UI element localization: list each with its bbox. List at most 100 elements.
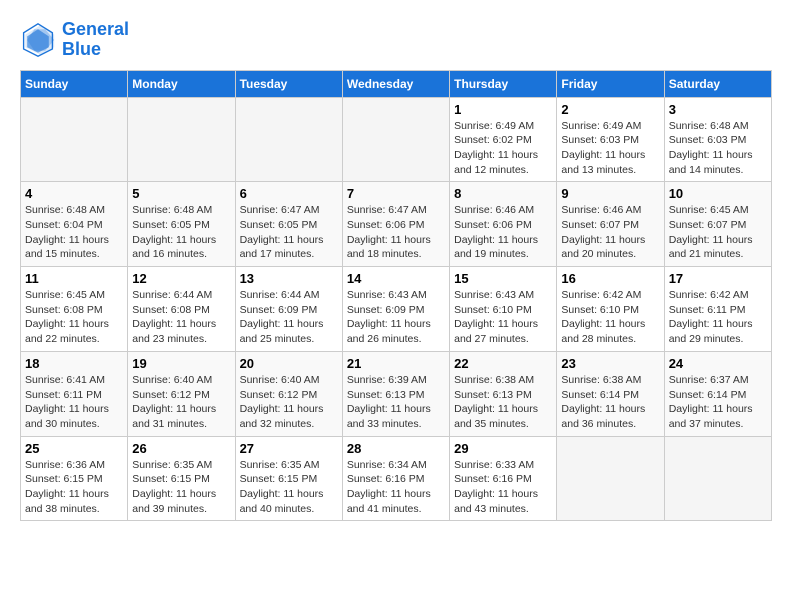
day-info: Sunrise: 6:49 AM Sunset: 6:03 PM Dayligh… — [561, 119, 659, 178]
calendar-week-2: 4Sunrise: 6:48 AM Sunset: 6:04 PM Daylig… — [21, 182, 772, 267]
calendar-cell: 13 Sunrise: 6:44 AM Sunset: 6:09 PM Dayli… — [235, 267, 342, 352]
calendar-cell: 4Sunrise: 6:48 AM Sunset: 6:04 PM Daylig… — [21, 182, 128, 267]
day-number: 3 — [669, 102, 767, 117]
calendar-table: SundayMondayTuesdayWednesdayThursdayFrid… — [20, 70, 772, 522]
calendar-cell: 26 Sunrise: 6:35 AM Sunset: 6:15 PM Dayli… — [128, 436, 235, 521]
calendar-cell: 28 Sunrise: 6:34 AM Sunset: 6:16 PM Dayli… — [342, 436, 449, 521]
day-number: 9 — [561, 186, 659, 201]
day-info: Sunrise: 6:48 AM Sunset: 6:03 PM Dayligh… — [669, 119, 767, 178]
day-info: Sunrise: 6:38 AM Sunset: 6:14 PM Dayligh… — [561, 373, 659, 432]
day-number: 20 — [240, 356, 338, 371]
day-number: 1 — [454, 102, 552, 117]
logo: General Blue — [20, 20, 129, 60]
calendar-cell: 8Sunrise: 6:46 AM Sunset: 6:06 PM Daylig… — [450, 182, 557, 267]
day-number: 11 — [25, 271, 123, 286]
calendar-cell: 15 Sunrise: 6:43 AM Sunset: 6:10 PM Dayli… — [450, 267, 557, 352]
day-info: Sunrise: 6:48 AM Sunset: 6:05 PM Dayligh… — [132, 203, 230, 262]
calendar-cell — [128, 97, 235, 182]
day-info: Sunrise: 6:41 AM Sunset: 6:11 PM Dayligh… — [25, 373, 123, 432]
day-info: Sunrise: 6:47 AM Sunset: 6:05 PM Dayligh… — [240, 203, 338, 262]
day-info: Sunrise: 6:47 AM Sunset: 6:06 PM Dayligh… — [347, 203, 445, 262]
day-number: 19 — [132, 356, 230, 371]
weekday-header-monday: Monday — [128, 70, 235, 97]
day-number: 21 — [347, 356, 445, 371]
day-number: 6 — [240, 186, 338, 201]
day-info: Sunrise: 6:35 AM Sunset: 6:15 PM Dayligh… — [240, 458, 338, 517]
weekday-header-wednesday: Wednesday — [342, 70, 449, 97]
calendar-cell: 11 Sunrise: 6:45 AM Sunset: 6:08 PM Dayli… — [21, 267, 128, 352]
day-number: 10 — [669, 186, 767, 201]
calendar-week-5: 25Sunrise: 6:36 AM Sunset: 6:15 PM Dayli… — [21, 436, 772, 521]
calendar-cell: 5Sunrise: 6:48 AM Sunset: 6:05 PM Daylig… — [128, 182, 235, 267]
weekday-header-thursday: Thursday — [450, 70, 557, 97]
day-info: Sunrise: 6:49 AM Sunset: 6:02 PM Dayligh… — [454, 119, 552, 178]
day-number: 15 — [454, 271, 552, 286]
day-number: 12 — [132, 271, 230, 286]
day-number: 18 — [25, 356, 123, 371]
calendar-cell: 16Sunrise: 6:42 AM Sunset: 6:10 PM Dayli… — [557, 267, 664, 352]
day-number: 22 — [454, 356, 552, 371]
day-info: Sunrise: 6:40 AM Sunset: 6:12 PM Dayligh… — [132, 373, 230, 432]
calendar-cell — [557, 436, 664, 521]
day-info: Sunrise: 6:45 AM Sunset: 6:08 PM Dayligh… — [25, 288, 123, 347]
calendar-cell: 9 Sunrise: 6:46 AM Sunset: 6:07 PM Daylig… — [557, 182, 664, 267]
calendar-cell: 25Sunrise: 6:36 AM Sunset: 6:15 PM Dayli… — [21, 436, 128, 521]
day-info: Sunrise: 6:34 AM Sunset: 6:16 PM Dayligh… — [347, 458, 445, 517]
calendar-week-3: 11 Sunrise: 6:45 AM Sunset: 6:08 PM Dayli… — [21, 267, 772, 352]
calendar-cell — [342, 97, 449, 182]
day-info: Sunrise: 6:43 AM Sunset: 6:10 PM Dayligh… — [454, 288, 552, 347]
calendar-cell — [235, 97, 342, 182]
calendar-cell: 29 Sunrise: 6:33 AM Sunset: 6:16 PM Dayli… — [450, 436, 557, 521]
day-info: Sunrise: 6:39 AM Sunset: 6:13 PM Dayligh… — [347, 373, 445, 432]
day-number: 17 — [669, 271, 767, 286]
calendar-cell: 23 Sunrise: 6:38 AM Sunset: 6:14 PM Dayli… — [557, 351, 664, 436]
calendar-week-4: 18 Sunrise: 6:41 AM Sunset: 6:11 PM Dayli… — [21, 351, 772, 436]
day-number: 16 — [561, 271, 659, 286]
day-number: 4 — [25, 186, 123, 201]
weekday-header-friday: Friday — [557, 70, 664, 97]
calendar-cell: 1 Sunrise: 6:49 AM Sunset: 6:02 PM Daylig… — [450, 97, 557, 182]
day-number: 29 — [454, 441, 552, 456]
day-number: 13 — [240, 271, 338, 286]
calendar-cell — [21, 97, 128, 182]
day-number: 24 — [669, 356, 767, 371]
calendar-cell: 21 Sunrise: 6:39 AM Sunset: 6:13 PM Dayli… — [342, 351, 449, 436]
calendar-cell: 14Sunrise: 6:43 AM Sunset: 6:09 PM Dayli… — [342, 267, 449, 352]
day-info: Sunrise: 6:40 AM Sunset: 6:12 PM Dayligh… — [240, 373, 338, 432]
calendar-cell: 12 Sunrise: 6:44 AM Sunset: 6:08 PM Dayli… — [128, 267, 235, 352]
day-info: Sunrise: 6:35 AM Sunset: 6:15 PM Dayligh… — [132, 458, 230, 517]
weekday-header-saturday: Saturday — [664, 70, 771, 97]
day-info: Sunrise: 6:45 AM Sunset: 6:07 PM Dayligh… — [669, 203, 767, 262]
day-number: 26 — [132, 441, 230, 456]
calendar-cell: 20 Sunrise: 6:40 AM Sunset: 6:12 PM Dayli… — [235, 351, 342, 436]
day-info: Sunrise: 6:46 AM Sunset: 6:06 PM Dayligh… — [454, 203, 552, 262]
day-number: 23 — [561, 356, 659, 371]
day-info: Sunrise: 6:42 AM Sunset: 6:11 PM Dayligh… — [669, 288, 767, 347]
day-info: Sunrise: 6:33 AM Sunset: 6:16 PM Dayligh… — [454, 458, 552, 517]
day-number: 2 — [561, 102, 659, 117]
day-number: 28 — [347, 441, 445, 456]
weekday-header-sunday: Sunday — [21, 70, 128, 97]
calendar-cell: 27Sunrise: 6:35 AM Sunset: 6:15 PM Dayli… — [235, 436, 342, 521]
calendar-cell: 19 Sunrise: 6:40 AM Sunset: 6:12 PM Dayli… — [128, 351, 235, 436]
calendar-cell: 10 Sunrise: 6:45 AM Sunset: 6:07 PM Dayli… — [664, 182, 771, 267]
weekday-header-row: SundayMondayTuesdayWednesdayThursdayFrid… — [21, 70, 772, 97]
calendar-cell: 18 Sunrise: 6:41 AM Sunset: 6:11 PM Dayli… — [21, 351, 128, 436]
day-info: Sunrise: 6:44 AM Sunset: 6:09 PM Dayligh… — [240, 288, 338, 347]
logo-icon — [20, 22, 56, 58]
calendar-cell: 17 Sunrise: 6:42 AM Sunset: 6:11 PM Dayli… — [664, 267, 771, 352]
page-header: General Blue — [20, 20, 772, 60]
calendar-week-1: 1 Sunrise: 6:49 AM Sunset: 6:02 PM Daylig… — [21, 97, 772, 182]
calendar-cell: 2 Sunrise: 6:49 AM Sunset: 6:03 PM Daylig… — [557, 97, 664, 182]
day-info: Sunrise: 6:43 AM Sunset: 6:09 PM Dayligh… — [347, 288, 445, 347]
calendar-cell: 3 Sunrise: 6:48 AM Sunset: 6:03 PM Daylig… — [664, 97, 771, 182]
day-info: Sunrise: 6:44 AM Sunset: 6:08 PM Dayligh… — [132, 288, 230, 347]
day-info: Sunrise: 6:36 AM Sunset: 6:15 PM Dayligh… — [25, 458, 123, 517]
calendar-cell — [664, 436, 771, 521]
calendar-cell: 6 Sunrise: 6:47 AM Sunset: 6:05 PM Daylig… — [235, 182, 342, 267]
day-info: Sunrise: 6:38 AM Sunset: 6:13 PM Dayligh… — [454, 373, 552, 432]
day-info: Sunrise: 6:46 AM Sunset: 6:07 PM Dayligh… — [561, 203, 659, 262]
calendar-body: 1 Sunrise: 6:49 AM Sunset: 6:02 PM Daylig… — [21, 97, 772, 521]
calendar-header: SundayMondayTuesdayWednesdayThursdayFrid… — [21, 70, 772, 97]
day-info: Sunrise: 6:37 AM Sunset: 6:14 PM Dayligh… — [669, 373, 767, 432]
